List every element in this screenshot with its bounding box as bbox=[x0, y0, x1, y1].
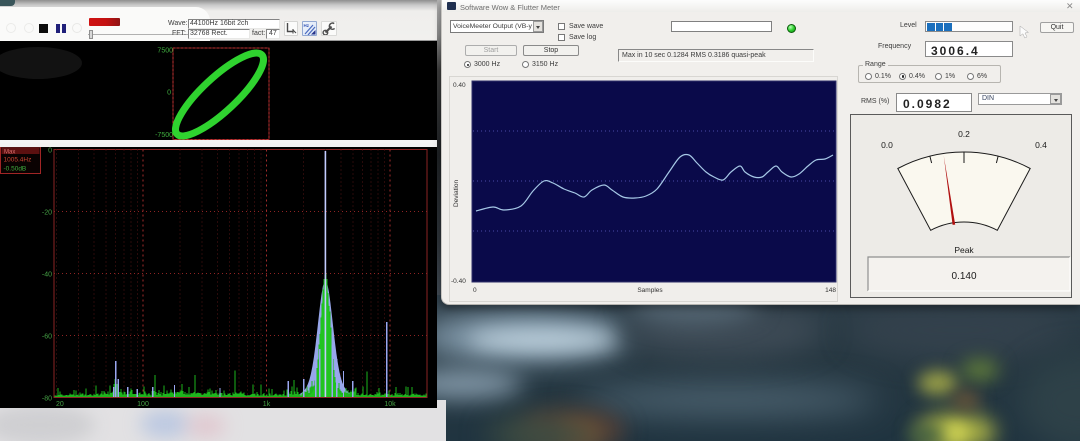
svg-text:Hz: Hz bbox=[304, 23, 310, 28]
svg-text:Deviation: Deviation bbox=[453, 180, 460, 207]
svg-text:0: 0 bbox=[167, 90, 171, 97]
svg-text:10k: 10k bbox=[384, 401, 396, 408]
svg-text:-80: -80 bbox=[42, 396, 52, 403]
svg-text:0.0: 0.0 bbox=[881, 140, 893, 150]
svg-text:0: 0 bbox=[48, 148, 52, 155]
svg-text:Samples: Samples bbox=[637, 287, 663, 294]
svg-text:-7500: -7500 bbox=[155, 132, 173, 139]
svg-text:20: 20 bbox=[56, 401, 64, 408]
svg-text:148: 148 bbox=[825, 287, 836, 294]
svg-text:0.40: 0.40 bbox=[453, 82, 466, 89]
svg-text:-40: -40 bbox=[42, 272, 52, 279]
svg-text:1005.4Hz: 1005.4Hz bbox=[4, 157, 32, 164]
svg-text:Peak: Peak bbox=[954, 245, 974, 255]
svg-text:100: 100 bbox=[137, 401, 149, 408]
svg-text:1k: 1k bbox=[263, 401, 271, 408]
svg-text:0: 0 bbox=[473, 287, 477, 294]
svg-text:-0.40: -0.40 bbox=[451, 278, 466, 285]
svg-text:-0.50dB: -0.50dB bbox=[4, 166, 27, 173]
svg-text:-20: -20 bbox=[42, 210, 52, 217]
svg-text:7500: 7500 bbox=[157, 48, 173, 55]
svg-text:0.140: 0.140 bbox=[951, 271, 976, 282]
svg-text:0.4: 0.4 bbox=[1035, 140, 1047, 150]
svg-text:Max: Max bbox=[4, 150, 15, 156]
svg-text:-60: -60 bbox=[42, 334, 52, 341]
svg-text:0.2: 0.2 bbox=[958, 129, 970, 139]
